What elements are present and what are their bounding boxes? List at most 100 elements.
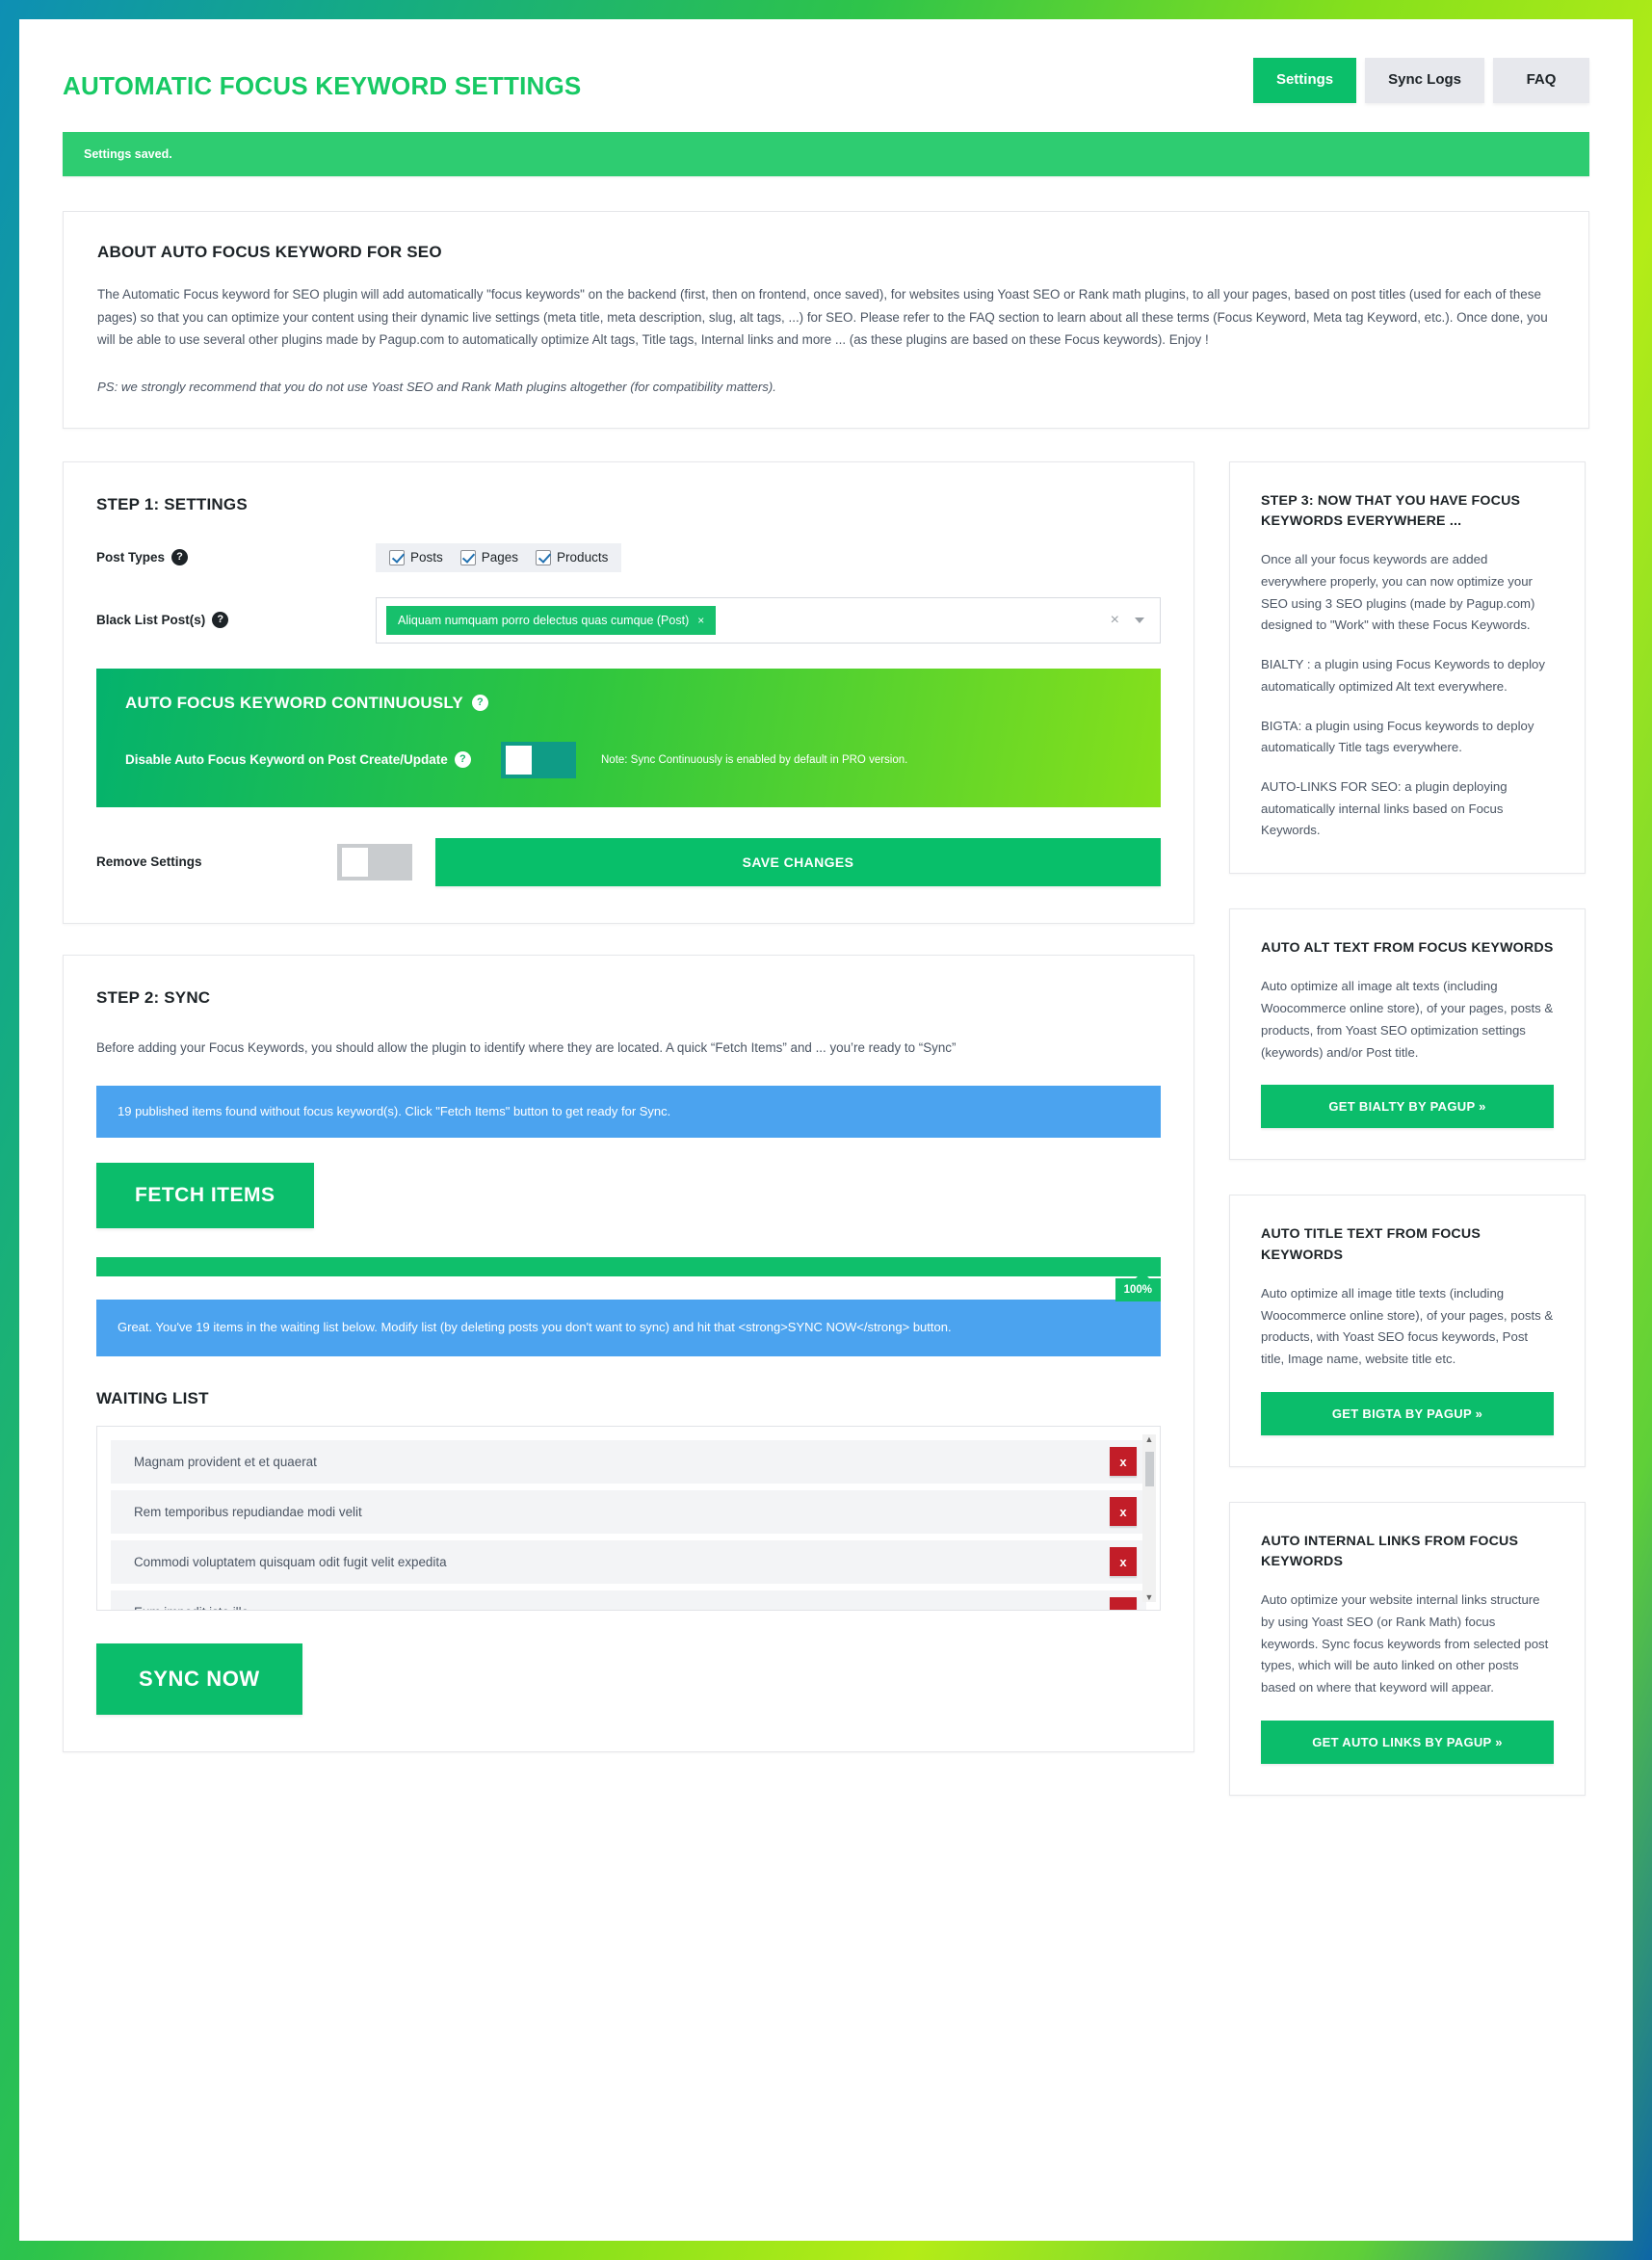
disable-auto-focus-row: Disable Auto Focus Keyword on Post Creat…: [125, 741, 1132, 778]
remove-settings-toggle[interactable]: [337, 843, 412, 880]
list-item[interactable]: Rem temporibus repudiandae modi velit x: [111, 1489, 1146, 1534]
waiting-list-info-alert: Great. You've 19 items in the waiting li…: [96, 1300, 1161, 1356]
about-body: The Automatic Focus keyword for SEO plug…: [97, 286, 1548, 348]
sidebar-card-paragraph: BIGTA: a plugin using Focus keywords to …: [1261, 718, 1534, 755]
delete-icon[interactable]: x: [1110, 1547, 1137, 1576]
step2-card: STEP 2: SYNC Before adding your Focus Ke…: [63, 954, 1194, 1752]
delete-icon[interactable]: x: [1110, 1497, 1137, 1526]
get-bialty-button[interactable]: GET BIALTY BY PAGUP »: [1261, 1085, 1554, 1129]
auto-focus-continuously-title: AUTO FOCUS KEYWORD CONTINUOUSLY: [125, 693, 463, 712]
disable-auto-focus-label: Disable Auto Focus Keyword on Post Creat…: [125, 752, 448, 768]
tab-sync-logs[interactable]: Sync Logs: [1365, 58, 1484, 103]
fetch-items-button[interactable]: FETCH ITEMS: [96, 1163, 314, 1229]
checkbox-posts[interactable]: Posts: [389, 549, 443, 565]
remove-settings-label: Remove Settings: [96, 854, 202, 870]
help-icon[interactable]: ?: [171, 549, 189, 566]
help-icon[interactable]: ?: [454, 751, 471, 769]
post-types-row: Post Types ? Posts Pages Products: [96, 542, 1161, 572]
checkbox-pages-box[interactable]: [459, 549, 476, 565]
sidebar-card-auto-internal-links: AUTO INTERNAL LINKS FROM FOCUS KEYWORDS …: [1229, 1501, 1586, 1796]
sidebar-card-title: AUTO ALT TEXT FROM FOCUS KEYWORDS: [1261, 940, 1554, 957]
checkbox-posts-label: Posts: [410, 550, 443, 565]
chevron-down-icon[interactable]: ▼: [1145, 1592, 1154, 1602]
plugin-settings-page: AUTOMATIC FOCUS KEYWORD SETTINGS Setting…: [19, 19, 1633, 2241]
get-auto-links-button[interactable]: GET AUTO LINKS BY PAGUP »: [1261, 1720, 1554, 1764]
list-item-label: Magnam provident et et quaerat: [134, 1454, 317, 1469]
sidebar-card-auto-title-text: AUTO TITLE TEXT FROM FOCUS KEYWORDS Auto…: [1229, 1195, 1586, 1467]
sidebar-card-paragraph: Auto optimize all image title texts (inc…: [1261, 1285, 1554, 1366]
toggle-knob: [506, 745, 532, 775]
list-item[interactable]: Commodi voluptatem quisquam odit fugit v…: [111, 1539, 1146, 1584]
chevron-up-icon[interactable]: ▲: [1145, 1434, 1154, 1444]
sidebar-card-title: STEP 3: NOW THAT YOU HAVE FOCUS KEYWORDS…: [1261, 492, 1521, 530]
toggle-knob: [342, 847, 368, 877]
progress-bar: [96, 1257, 1161, 1277]
disable-auto-focus-label-group: Disable Auto Focus Keyword on Post Creat…: [125, 751, 501, 769]
post-types-label-group: Post Types ?: [96, 549, 376, 566]
close-icon[interactable]: ×: [697, 614, 704, 627]
step2-title: STEP 2: SYNC: [96, 987, 211, 1007]
step2-intro: Before adding your Focus Keywords, you s…: [96, 1039, 957, 1055]
help-icon[interactable]: ?: [471, 695, 488, 712]
blacklist-tag-label: Aliquam numquam porro delectus quas cumq…: [398, 613, 690, 627]
about-card: ABOUT AUTO FOCUS KEYWORD FOR SEO The Aut…: [63, 210, 1589, 429]
pro-version-note: Note: Sync Continuously is enabled by de…: [601, 753, 908, 766]
get-bigta-button[interactable]: GET BIGTA BY PAGUP »: [1261, 1391, 1554, 1435]
auto-focus-continuously-box: AUTO FOCUS KEYWORD CONTINUOUSLY ? Disabl…: [96, 668, 1161, 807]
right-sidebar: STEP 3: NOW THAT YOU HAVE FOCUS KEYWORDS…: [1229, 460, 1586, 1830]
waiting-list[interactable]: Magnam provident et et quaerat x Rem tem…: [96, 1425, 1161, 1611]
disable-auto-focus-toggle[interactable]: [501, 741, 576, 778]
delete-icon[interactable]: x: [1110, 1447, 1137, 1476]
checkbox-pages[interactable]: Pages: [459, 549, 518, 565]
left-column: STEP 1: SETTINGS Post Types ? Posts Page…: [63, 460, 1194, 1752]
list-item-label: Commodi voluptatem quisquam odit fugit v…: [134, 1554, 447, 1569]
checkbox-products[interactable]: Products: [536, 549, 609, 565]
page-title: AUTOMATIC FOCUS KEYWORD SETTINGS: [63, 71, 582, 100]
sync-now-button[interactable]: SYNC NOW: [96, 1642, 302, 1715]
blacklist-select[interactable]: Aliquam numquam porro delectus quas cumq…: [376, 596, 1161, 644]
blacklist-label: Black List Post(s): [96, 613, 206, 628]
list-item[interactable]: Eum impedit iste illo x: [111, 1590, 1146, 1610]
sidebar-card-title: AUTO INTERNAL LINKS FROM FOCUS KEYWORDS: [1261, 1533, 1519, 1569]
select-actions: ×: [1111, 612, 1150, 629]
clear-icon[interactable]: ×: [1111, 612, 1119, 629]
remove-settings-row: Remove Settings SAVE CHANGES: [96, 837, 1161, 886]
scrollbar-thumb[interactable]: [1144, 1451, 1154, 1486]
fetch-progress: 100%: [96, 1257, 1161, 1302]
post-types-label: Post Types: [96, 550, 166, 565]
about-ps-note: PS: we strongly recommend that you do no…: [97, 380, 776, 395]
auto-focus-continuously-title-group: AUTO FOCUS KEYWORD CONTINUOUSLY ?: [125, 694, 1132, 713]
help-icon[interactable]: ?: [212, 612, 229, 629]
sidebar-card-step3: STEP 3: NOW THAT YOU HAVE FOCUS KEYWORDS…: [1229, 460, 1586, 875]
list-item[interactable]: Magnam provident et et quaerat x: [111, 1439, 1146, 1484]
chevron-down-icon[interactable]: [1135, 617, 1144, 623]
nav-tabs: Settings Sync Logs FAQ: [1252, 58, 1589, 103]
list-item-label: Rem temporibus repudiandae modi velit: [134, 1504, 362, 1519]
sidebar-card-paragraph: BIALTY : a plugin using Focus Keywords t…: [1261, 657, 1545, 694]
fetch-info-alert: 19 published items found without focus k…: [96, 1086, 1161, 1139]
sidebar-card-paragraph: Once all your focus keywords are added e…: [1261, 552, 1535, 633]
post-types-checkbox-group: Posts Pages Products: [376, 542, 622, 572]
checkbox-products-box[interactable]: [536, 549, 552, 565]
delete-icon[interactable]: x: [1110, 1597, 1137, 1610]
save-changes-button[interactable]: SAVE CHANGES: [435, 837, 1161, 886]
list-item-label: Eum impedit iste illo: [134, 1605, 249, 1610]
waiting-list-title: WAITING LIST: [96, 1388, 209, 1407]
tab-faq[interactable]: FAQ: [1493, 58, 1589, 103]
tab-settings[interactable]: Settings: [1252, 58, 1357, 103]
sidebar-card-paragraph: AUTO-LINKS FOR SEO: a plugin deploying a…: [1261, 778, 1508, 838]
main-columns: STEP 1: SETTINGS Post Types ? Posts Page…: [19, 429, 1633, 1830]
blacklist-tag[interactable]: Aliquam numquam porro delectus quas cumq…: [386, 605, 717, 635]
checkbox-products-label: Products: [557, 550, 609, 565]
blacklist-label-group: Black List Post(s) ?: [96, 612, 376, 629]
sidebar-card-title: AUTO TITLE TEXT FROM FOCUS KEYWORDS: [1261, 1226, 1481, 1263]
progress-percent-badge: 100%: [1114, 1272, 1161, 1302]
sidebar-card-paragraph: Auto optimize your website internal link…: [1261, 1592, 1549, 1695]
step1-title: STEP 1: SETTINGS: [96, 494, 248, 513]
about-title: ABOUT AUTO FOCUS KEYWORD FOR SEO: [97, 242, 442, 261]
blacklist-row: Black List Post(s) ? Aliquam numquam por…: [96, 596, 1161, 644]
sidebar-card-auto-alt-text: AUTO ALT TEXT FROM FOCUS KEYWORDS Auto o…: [1229, 908, 1586, 1161]
checkbox-posts-box[interactable]: [389, 549, 405, 565]
remove-settings-label-group: Remove Settings: [96, 854, 337, 869]
scrollbar[interactable]: ▲ ▼: [1142, 1433, 1156, 1602]
